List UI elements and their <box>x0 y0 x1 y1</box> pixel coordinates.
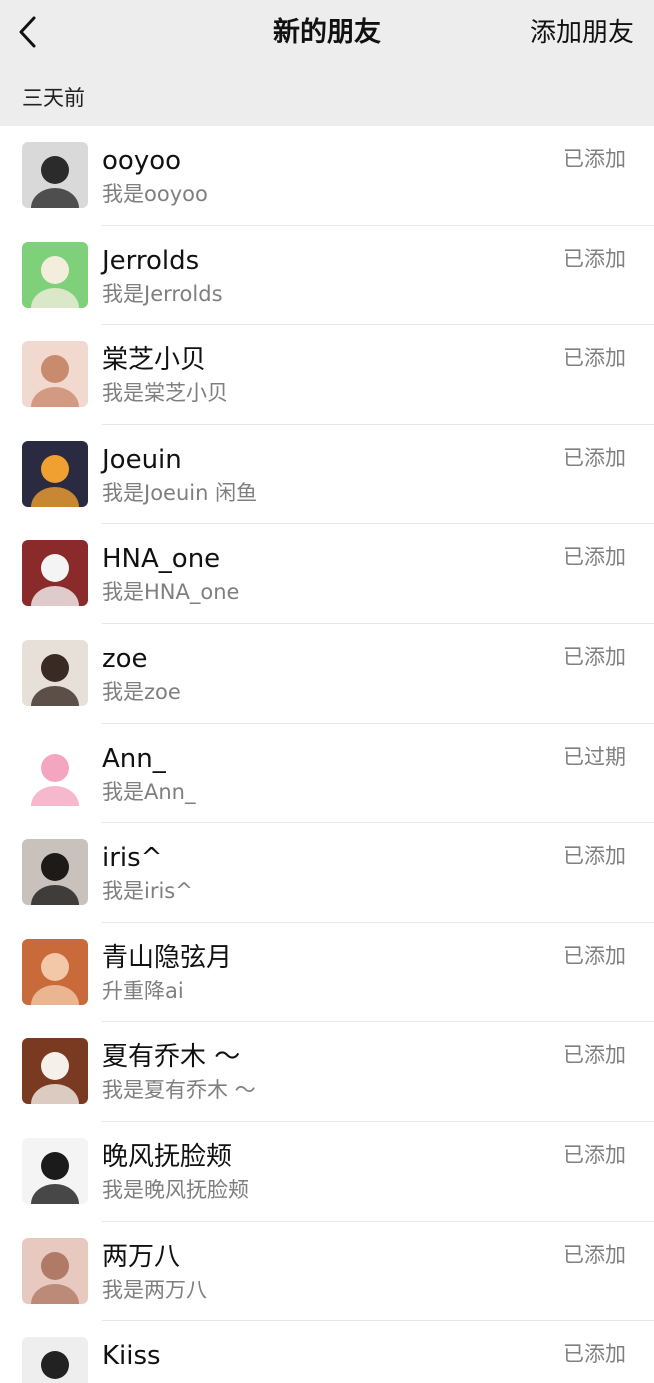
room-photo-avatar <box>22 1237 88 1304</box>
friend-request-row[interactable]: 两万八我是两万八 已添加 <box>0 1222 654 1322</box>
verification-message: 我是zoe <box>102 679 181 704</box>
avatar[interactable] <box>22 938 88 1005</box>
friend-name: iris^ <box>102 843 163 874</box>
friend-request-row[interactable]: 棠芝小贝我是棠芝小贝 已添加 <box>0 325 654 425</box>
friend-name: Ann_ <box>102 743 166 774</box>
request-status: 已添加 <box>563 1043 626 1068</box>
friend-request-list: ooyoo 我是ooyoo 已添加 Jerrolds 我是Jerrolds 已添加 棠芝小贝… <box>0 126 654 1383</box>
friend-request-row[interactable]: ooyoo 我是ooyoo 已添加 <box>0 126 654 226</box>
verification-message: 我是ooyoo <box>102 182 208 206</box>
red-panda-avatar <box>22 1038 88 1105</box>
avatar[interactable] <box>22 241 88 308</box>
girl-mono-avatar <box>22 142 88 208</box>
anime-girl-avatar <box>22 1137 88 1204</box>
request-status: 已添加 <box>563 1142 626 1167</box>
avatar[interactable] <box>22 1337 88 1383</box>
friend-name: 青山隐弦月 <box>102 942 233 973</box>
friend-request-row[interactable]: 青山隐弦月升重降ai 已添加 <box>0 923 654 1023</box>
verification-message: 我是iris^ <box>102 879 193 904</box>
friend-name: 夏有乔木 ～ <box>102 1042 241 1073</box>
section-label: 三天前 <box>22 86 85 110</box>
friend-request-row[interactable]: HNA_one 我是HNA_one 已添加 <box>0 524 654 624</box>
new-friends-page: 新的朋友 添加朋友 三天前 ooyoo 我是ooyoo 已添加 Jerrolds 我是J… <box>0 0 654 1383</box>
verification-message: 我是Joeuin 闲鱼 <box>102 480 258 505</box>
friend-request-row[interactable]: 晚风抚脸颊我是晚风抚脸颊 已添加 <box>0 1122 654 1222</box>
friend-name: Kiiss <box>102 1341 161 1372</box>
cartoon-starfish-avatar <box>22 938 88 1005</box>
request-status: 已添加 <box>563 147 626 171</box>
girl-photo-avatar <box>22 839 88 906</box>
back-button[interactable] <box>14 12 46 52</box>
friend-request-row[interactable]: Ann_ 我是Ann_ 已过期 <box>0 724 654 824</box>
friend-name: 棠芝小贝 <box>102 345 207 376</box>
request-status: 已添加 <box>563 644 626 669</box>
add-friend-button[interactable]: 添加朋友 <box>530 14 634 52</box>
painting-avatar <box>22 440 88 507</box>
top-navigation-bar: 新的朋友 添加朋友 <box>0 0 654 66</box>
girl-mono-avatar <box>22 1337 88 1383</box>
verification-message: 我是Ann_ <box>102 779 196 804</box>
friend-name: ooyoo <box>102 146 182 176</box>
cosplay-avatar <box>22 540 88 607</box>
avatar[interactable] <box>22 540 88 607</box>
friend-request-row[interactable]: Kiiss 已添加 <box>0 1321 654 1383</box>
friend-request-row[interactable]: Jerrolds 我是Jerrolds 已添加 <box>0 226 654 326</box>
avatar[interactable] <box>22 440 88 507</box>
request-status: 已添加 <box>563 844 626 869</box>
request-status: 已添加 <box>563 445 626 470</box>
section-header: 三天前 <box>0 66 654 126</box>
request-status: 已过期 <box>563 744 626 769</box>
friend-name: Joeuin <box>102 444 182 475</box>
avatar[interactable] <box>22 1237 88 1304</box>
selfie-avatar <box>22 639 88 706</box>
friend-request-row[interactable]: 夏有乔木 ～ 我是夏有乔木 ～ 已添加 <box>0 1022 654 1122</box>
verification-message: 我是两万八 <box>102 1277 207 1302</box>
friend-request-row[interactable]: zoe 我是zoe 已添加 <box>0 624 654 724</box>
friend-name: Jerrolds <box>102 245 200 276</box>
verification-message: 我是棠芝小贝 <box>102 381 228 406</box>
request-status: 已添加 <box>563 943 626 968</box>
friend-name: 晚风抚脸颊 <box>102 1141 233 1172</box>
request-status: 已添加 <box>563 545 626 570</box>
avatar[interactable] <box>22 1038 88 1105</box>
verification-message: 升重降ai <box>102 978 184 1003</box>
friend-name: HNA_one <box>102 544 221 575</box>
avatar[interactable] <box>22 341 88 408</box>
avatar[interactable] <box>22 739 88 806</box>
avatar[interactable] <box>22 1137 88 1204</box>
avatar[interactable] <box>22 639 88 706</box>
friend-name: zoe <box>102 643 148 674</box>
request-status: 已添加 <box>563 346 626 371</box>
chevron-left-icon <box>19 16 36 48</box>
verification-message: 我是Jerrolds <box>102 281 223 306</box>
verification-message: 我是夏有乔木 ～ <box>102 1078 256 1103</box>
avatar[interactable] <box>22 142 88 208</box>
verification-message: 我是HNA_one <box>102 580 240 605</box>
request-status: 已添加 <box>563 246 626 271</box>
request-status: 已添加 <box>563 1342 626 1367</box>
request-status: 已添加 <box>563 1242 626 1267</box>
friend-request-row[interactable]: iris^ 我是iris^ 已添加 <box>0 823 654 923</box>
pink-cat-avatar <box>22 739 88 806</box>
friend-request-row[interactable]: Joeuin 我是Joeuin 闲鱼 已添加 <box>0 425 654 525</box>
friend-name: 两万八 <box>102 1241 181 1272</box>
selfie-avatar <box>22 341 88 408</box>
avatar[interactable] <box>22 839 88 906</box>
cartoon-mouse-avatar <box>22 241 88 308</box>
verification-message: 我是晚风抚脸颊 <box>102 1177 249 1202</box>
